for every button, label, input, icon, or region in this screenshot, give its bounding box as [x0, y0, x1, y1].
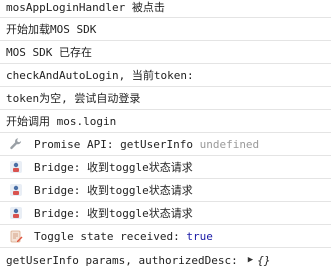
log-text: Bridge: 收到toggle状态请求: [34, 161, 193, 174]
log-line: 开始调用 mos.login: [0, 110, 331, 133]
promise-text: Promise API: getUserInfo: [34, 137, 193, 151]
log-text: mosAppLoginHandler 被点击: [6, 1, 165, 14]
log-text: Bridge: 收到toggle状态请求: [34, 207, 193, 220]
log-text: Promise API: getUserInfo undefined: [34, 138, 259, 151]
log-text: 开始加载MOS SDK: [6, 23, 97, 36]
toggle-text: Toggle state received:: [34, 229, 180, 243]
log-text: checkAndAutoLogin, 当前token:: [6, 69, 194, 82]
bridge-app-icon: [8, 205, 24, 221]
params-log-line: getUserInfo params, authorizedDesc: ▶ {}: [0, 248, 331, 272]
log-text: MOS SDK 已存在: [6, 46, 92, 59]
log-text: Toggle state received: true: [34, 230, 213, 243]
expand-arrow-icon[interactable]: ▶: [248, 255, 253, 265]
log-text: 开始调用 mos.login: [6, 115, 117, 128]
wrench-icon: [8, 136, 24, 152]
bridge-app-icon: [8, 182, 24, 198]
bridge-app-icon: [8, 159, 24, 175]
log-text: token为空, 尝试自动登录: [6, 92, 141, 105]
edit-note-icon: [8, 228, 24, 244]
log-line: token为空, 尝试自动登录: [0, 87, 331, 110]
object-preview[interactable]: {}: [257, 254, 270, 267]
debug-console: mosAppLoginHandler 被点击 开始加载MOS SDK MOS S…: [0, 0, 331, 267]
toggle-value: true: [186, 229, 213, 243]
bridge-log-line: Bridge: 收到toggle状态请求: [0, 202, 331, 225]
promise-value: undefined: [199, 137, 260, 151]
log-line: mosAppLoginHandler 被点击: [0, 0, 331, 18]
log-text: getUserInfo params, authorizedDesc:: [6, 253, 238, 267]
log-line: 开始加载MOS SDK: [0, 18, 331, 41]
bridge-log-line: Bridge: 收到toggle状态请求: [0, 156, 331, 179]
bridge-log-line: Bridge: 收到toggle状态请求: [0, 179, 331, 202]
promise-log-line: Promise API: getUserInfo undefined: [0, 133, 331, 156]
log-line: checkAndAutoLogin, 当前token:: [0, 64, 331, 87]
log-text: Bridge: 收到toggle状态请求: [34, 184, 193, 197]
log-line: MOS SDK 已存在: [0, 41, 331, 64]
toggle-log-line: Toggle state received: true: [0, 225, 331, 248]
